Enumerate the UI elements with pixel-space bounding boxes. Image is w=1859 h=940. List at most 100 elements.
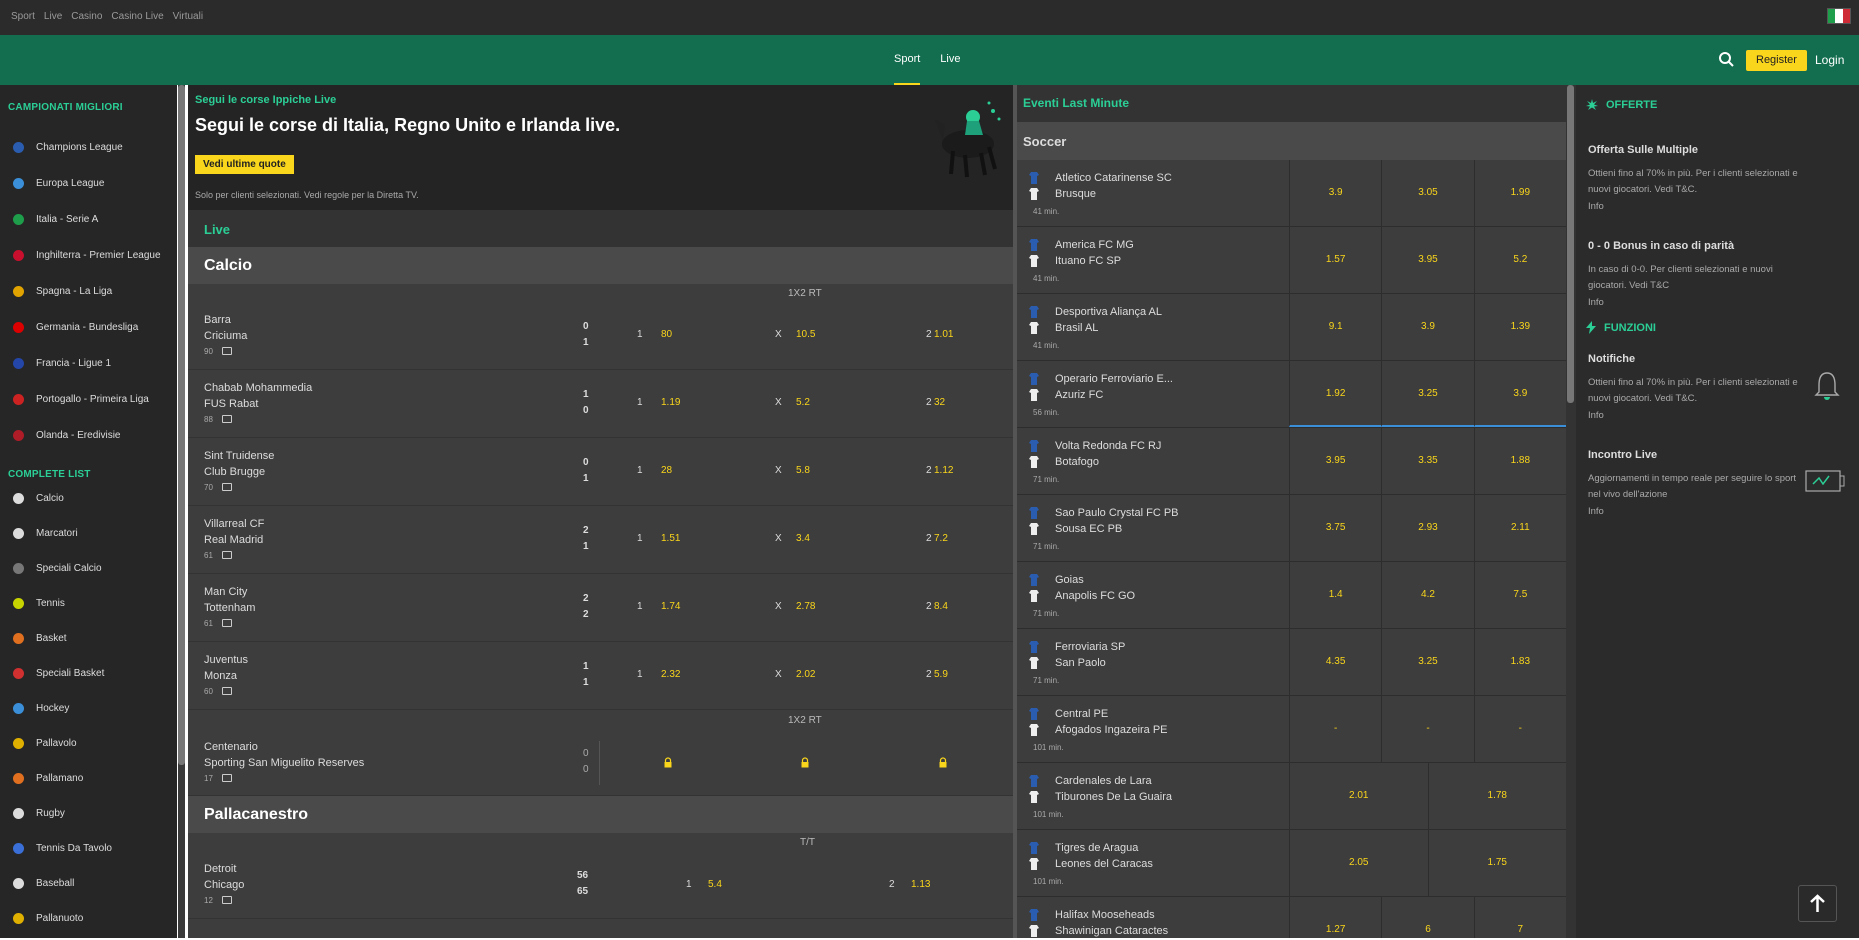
odds-cell[interactable]: 1.83 <box>1473 629 1566 695</box>
odds-cell[interactable]: 7.5 <box>1473 562 1566 628</box>
odds-1[interactable]: 80 <box>661 329 672 340</box>
odds-2[interactable]: 7.2 <box>934 533 948 544</box>
sidebar-item-sport-9[interactable]: Rugby <box>13 803 65 823</box>
event-row[interactable]: Chabab Mohammedia FUS Rabat 88 1 0 1 1.19 X 5.2 2… <box>188 370 1013 438</box>
search-icon[interactable] <box>1717 50 1737 70</box>
sidebar-item-sport-10[interactable]: Tennis Da Tavolo <box>13 838 112 858</box>
last-minute-event-row[interactable]: Volta Redonda FC RJ Botafogo 71 min. 3.95 3.… <box>1017 428 1566 495</box>
odds-1[interactable]: 2.32 <box>661 669 680 680</box>
odds-cell[interactable]: 2.93 <box>1381 495 1473 561</box>
odds-2[interactable]: 5.9 <box>934 669 948 680</box>
calcio-header[interactable]: Calcio <box>188 247 1013 284</box>
odds-cell[interactable]: 4.35 <box>1289 629 1381 695</box>
italy-flag-icon[interactable] <box>1827 8 1851 24</box>
last-minute-event-row[interactable]: Operario Ferroviario E... Azuriz FC 56 min… <box>1017 361 1566 428</box>
sidebar-item-league-5[interactable]: Germania - Bundesliga <box>13 317 138 337</box>
sidebar-item-league-0[interactable]: Champions League <box>13 137 123 157</box>
last-minute-event-row[interactable]: Central PE Afogados Ingazeira PE 101 min. -… <box>1017 696 1566 763</box>
odds-cell[interactable]: 3.95 <box>1289 428 1381 494</box>
odds-cell[interactable]: 4.2 <box>1381 562 1473 628</box>
last-minute-event-row[interactable]: Halifax Mooseheads Shawinigan Cataractes 1… <box>1017 897 1566 940</box>
odds-cell[interactable]: 9.1 <box>1289 294 1381 360</box>
right-scrollbar[interactable] <box>1566 85 1576 940</box>
odds-1[interactable]: 28 <box>661 465 672 476</box>
sidebar-item-league-7[interactable]: Portogallo - Primeira Liga <box>13 389 149 409</box>
register-button[interactable]: Register <box>1746 50 1807 71</box>
odds-cell[interactable]: 1.92 <box>1289 361 1382 427</box>
sidebar-item-sport-5[interactable]: Speciali Basket <box>13 663 104 683</box>
sidebar-item-sport-1[interactable]: Marcatori <box>13 523 78 543</box>
last-minute-event-row[interactable]: Sao Paulo Crystal FC PB Sousa EC PB 71 min… <box>1017 495 1566 562</box>
odds-cell[interactable]: 3.9 <box>1381 294 1473 360</box>
odds-x[interactable]: 2.78 <box>796 601 815 612</box>
function-info-link[interactable]: Info <box>1588 410 1604 421</box>
odds-cell[interactable]: 2.01 <box>1289 763 1428 829</box>
sidebar-item-sport-11[interactable]: Baseball <box>13 873 74 893</box>
login-button[interactable]: Login <box>1815 50 1844 71</box>
odds-cell[interactable]: 3.25 <box>1381 629 1473 695</box>
odds-cell[interactable]: 3.25 <box>1381 361 1474 427</box>
topnav-casino[interactable]: Casino <box>71 11 102 22</box>
odds-cell[interactable]: 1.75 <box>1427 830 1567 896</box>
offer-info-link[interactable]: Info <box>1588 297 1604 308</box>
function-info-link[interactable]: Info <box>1588 506 1604 517</box>
tab-live[interactable]: Live <box>940 35 960 85</box>
odds-cell[interactable]: 1.88 <box>1473 428 1566 494</box>
last-minute-event-row[interactable]: Cardenales de Lara Tiburones De La Guaira… <box>1017 763 1566 830</box>
function-title[interactable]: Notifiche <box>1588 353 1635 365</box>
sidebar-item-league-2[interactable]: Italia - Serie A <box>13 209 98 229</box>
function-title[interactable]: Incontro Live <box>1588 449 1657 461</box>
sidebar-item-sport-0[interactable]: Calcio <box>13 488 64 508</box>
sidebar-item-league-6[interactable]: Francia - Ligue 1 <box>13 353 111 373</box>
odds-cell[interactable]: 3.9 <box>1473 361 1566 427</box>
odds-2[interactable]: 1.13 <box>911 879 930 890</box>
odds-cell[interactable]: - <box>1381 696 1473 762</box>
sidebar-item-sport-7[interactable]: Pallavolo <box>13 733 77 753</box>
event-row[interactable]: Barra Criciuma 90 0 1 1 80 X 10.5 2 1.01 <box>188 302 1013 370</box>
topnav-sport[interactable]: Sport <box>11 11 35 22</box>
last-minute-event-row[interactable]: America FC MG Ituano FC SP 41 min. 1.57 3.95… <box>1017 227 1566 294</box>
back-to-top-button[interactable] <box>1798 885 1837 922</box>
event-row[interactable]: Man City Tottenham 61 2 2 1 1.74 X 2.78 2 8.4 <box>188 574 1013 642</box>
odds-x[interactable]: 5.2 <box>796 397 810 408</box>
odds-cell[interactable]: 6 <box>1381 897 1473 940</box>
last-minute-event-row[interactable]: Ferroviaria SP San Paolo 71 min. 4.35 3.25 1.… <box>1017 629 1566 696</box>
sidebar-item-sport-4[interactable]: Basket <box>13 628 67 648</box>
event-row[interactable]: Sint Truidense Club Brugge 70 0 1 1 28 X 5.8 2 1.1… <box>188 438 1013 506</box>
odds-cell[interactable]: 1.4 <box>1289 562 1381 628</box>
odds-2[interactable]: 32 <box>934 397 945 408</box>
offer-title[interactable]: Offerta Sulle Multiple <box>1588 144 1698 156</box>
odds-2[interactable]: 1.01 <box>934 329 953 340</box>
event-row[interactable]: Villarreal CF Real Madrid 61 2 1 1 1.51 X 3.4 2 7.… <box>188 506 1013 574</box>
event-row-locked[interactable]: Centenario Sporting San Miguelito Reserv… <box>188 729 1013 796</box>
odds-cell[interactable]: 1.27 <box>1289 897 1381 940</box>
event-row[interactable]: Juventus Monza 60 1 1 1 2.32 X 2.02 2 5.9 <box>188 642 1013 710</box>
odds-cell[interactable]: 1.57 <box>1289 227 1381 293</box>
odds-cell[interactable]: - <box>1473 696 1566 762</box>
topnav-casino-live[interactable]: Casino Live <box>111 11 163 22</box>
odds-cell[interactable]: 3.9 <box>1289 160 1381 226</box>
odds-cell[interactable]: 1.39 <box>1473 294 1566 360</box>
sidebar-item-league-4[interactable]: Spagna - La Liga <box>13 281 112 301</box>
sidebar-item-sport-8[interactable]: Pallamano <box>13 768 83 788</box>
odds-cell[interactable]: 2.05 <box>1289 830 1428 896</box>
last-minute-event-row[interactable]: Goias Anapolis FC GO 71 min. 1.4 4.2 7.5 <box>1017 562 1566 629</box>
sidebar-item-sport-3[interactable]: Tennis <box>13 593 65 613</box>
odds-cell[interactable]: 3.35 <box>1381 428 1473 494</box>
odds-x[interactable]: 10.5 <box>796 329 815 340</box>
odds-1[interactable]: 5.4 <box>708 879 722 890</box>
odds-cell[interactable]: 3.75 <box>1289 495 1381 561</box>
odds-cell[interactable]: 5.2 <box>1473 227 1566 293</box>
odds-cell[interactable]: 1.99 <box>1473 160 1566 226</box>
odds-1[interactable]: 1.74 <box>661 601 680 612</box>
odds-x[interactable]: 5.8 <box>796 465 810 476</box>
sidebar-item-league-8[interactable]: Olanda - Eredivisie <box>13 425 120 445</box>
odds-cell[interactable]: 3.95 <box>1381 227 1473 293</box>
odds-cell[interactable]: 2.11 <box>1473 495 1566 561</box>
sidebar-scrollbar[interactable] <box>178 85 185 940</box>
odds-x[interactable]: 3.4 <box>796 533 810 544</box>
topnav-virtuali[interactable]: Virtuali <box>173 11 203 22</box>
last-minute-event-row[interactable]: Tigres de Aragua Leones del Caracas 101 mi… <box>1017 830 1566 897</box>
odds-cell[interactable]: - <box>1289 696 1381 762</box>
sidebar-item-league-1[interactable]: Europa League <box>13 173 104 193</box>
